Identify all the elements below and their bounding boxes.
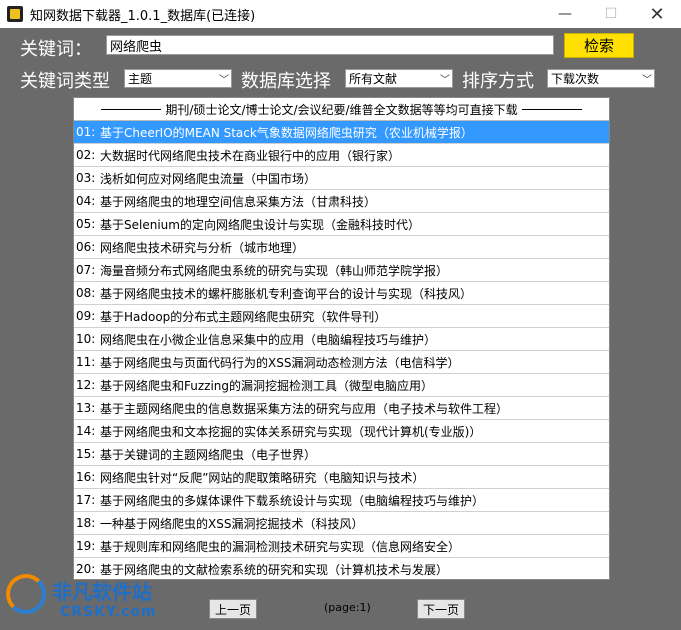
results-rows: 01: 基于CheerIO的MEAN Stack气象数据网络爬虫研究（农业机械学报…	[74, 121, 609, 579]
list-item[interactable]: 17: 基于网络爬虫的多媒体课件下载系统设计与实现（电脑编程技巧与维护）	[74, 489, 609, 512]
next-page-button[interactable]: 下一页	[417, 599, 465, 619]
results-list[interactable]: 期刊/硕士论文/博士论文/会议纪要/维普全文数据等等均可直接下载 01: 基于Ch…	[73, 97, 610, 580]
list-item[interactable]: 14: 基于网络爬虫和文本挖掘的实体关系研究与实现（现代计算机(专业版)）	[74, 420, 609, 443]
list-item-number: 09:	[76, 309, 96, 323]
list-item-number: 13:	[76, 401, 96, 415]
watermark-cn: 非凡软件站	[52, 580, 152, 604]
title-bar: 知网数据下载器_1.0.1_数据库(已连接) — ☐ ✕	[0, 0, 681, 28]
watermark-en: CRSKY.com	[60, 604, 157, 620]
prev-page-button[interactable]: 上一页	[209, 599, 257, 619]
page-indicator: (page:1)	[324, 601, 371, 614]
keyword-type-label: 关键词类型	[20, 71, 110, 92]
list-item[interactable]: 19: 基于规则库和网络爬虫的漏洞检测技术研究与实现（信息网络安全）	[74, 535, 609, 558]
list-item-title: 基于网络爬虫与页面代码行为的XSS漏洞动态检测方法（电信科学）	[100, 355, 460, 370]
site-watermark: 非凡软件站 CRSKY.com	[0, 572, 170, 630]
list-item[interactable]: 08: 基于网络爬虫技术的螺杆膨胀机专利查询平台的设计与实现（科技风）	[74, 282, 609, 305]
list-item-number: 19:	[76, 539, 96, 553]
keyword-type-select[interactable]: 主题 ﹀	[124, 69, 232, 88]
list-item-title: 基于Selenium的定向网络爬虫设计与实现（金融科技时代）	[100, 217, 420, 232]
maximize-button[interactable]: ☐	[588, 0, 634, 28]
sort-label: 排序方式	[462, 71, 534, 92]
database-label: 数据库选择	[241, 71, 331, 92]
list-item-number: 08:	[76, 286, 96, 300]
list-item[interactable]: 15: 基于关键词的主题网络爬虫（电子世界）	[74, 443, 609, 466]
list-item-title: 基于网络爬虫和文本挖掘的实体关系研究与实现（现代计算机(专业版)）	[100, 424, 482, 439]
database-value: 所有文献	[349, 72, 398, 86]
list-item-number: 10:	[76, 332, 96, 346]
list-item-title: 网络爬虫在小微企业信息采集中的应用（电脑编程技巧与维护）	[100, 332, 437, 347]
list-item-number: 12:	[76, 378, 96, 392]
list-item-number: 01:	[76, 125, 96, 139]
list-item-title: 基于主题网络爬虫的信息数据采集方法的研究与应用（电子技术与软件工程）	[100, 401, 509, 416]
list-item-number: 16:	[76, 470, 96, 484]
chevron-down-icon: ﹀	[642, 75, 652, 86]
list-item-title: 网络爬虫技术研究与分析（城市地理）	[100, 240, 305, 255]
list-item-title: 基于关键词的主题网络爬虫（电子世界）	[100, 447, 317, 462]
list-item[interactable]: 13: 基于主题网络爬虫的信息数据采集方法的研究与应用（电子技术与软件工程）	[74, 397, 609, 420]
keyword-type-value: 主题	[128, 72, 153, 86]
list-item-title: 基于Hadoop的分布式主题网络爬虫研究（软件导刊）	[100, 309, 387, 324]
list-item[interactable]: 04: 基于网络爬虫的地理空间信息采集方法（甘肃科技）	[74, 190, 609, 213]
list-item[interactable]: 05: 基于Selenium的定向网络爬虫设计与实现（金融科技时代）	[74, 213, 609, 236]
minimize-button[interactable]: —	[542, 0, 588, 28]
list-item[interactable]: 06: 网络爬虫技术研究与分析（城市地理）	[74, 236, 609, 259]
list-item-title: 基于网络爬虫的地理空间信息采集方法（甘肃科技）	[100, 194, 377, 209]
list-item[interactable]: 12: 基于网络爬虫和Fuzzing的漏洞挖掘检测工具（微型电脑应用）	[74, 374, 609, 397]
list-header: 期刊/硕士论文/博士论文/会议纪要/维普全文数据等等均可直接下载	[74, 98, 609, 121]
window-title: 知网数据下载器_1.0.1_数据库(已连接)	[30, 8, 256, 24]
list-item-number: 02:	[76, 148, 96, 162]
chevron-down-icon: ﹀	[440, 75, 450, 86]
chevron-down-icon: ﹀	[219, 75, 229, 86]
list-item-title: 基于CheerIO的MEAN Stack气象数据网络爬虫研究（农业机械学报）	[100, 125, 473, 140]
keyword-label: 关键词：	[20, 39, 92, 60]
watermark-logo-icon	[6, 574, 46, 614]
list-item-title: 基于网络爬虫和Fuzzing的漏洞挖掘检测工具（微型电脑应用）	[100, 378, 434, 393]
list-item-number: 15:	[76, 447, 96, 461]
keyword-input[interactable]	[106, 35, 554, 55]
list-item-number: 06:	[76, 240, 96, 254]
list-item-number: 18:	[76, 516, 96, 530]
database-select[interactable]: 所有文献 ﹀	[345, 69, 453, 88]
list-item-title: 基于规则库和网络爬虫的漏洞检测技术研究与实现（信息网络安全）	[100, 539, 461, 554]
list-item[interactable]: 16: 网络爬虫针对“反爬”网站的爬取策略研究（电脑知识与技术）	[74, 466, 609, 489]
close-button[interactable]: ✕	[634, 0, 680, 28]
search-button[interactable]: 检索	[564, 33, 634, 58]
list-item-number: 07:	[76, 263, 96, 277]
sort-select[interactable]: 下载次数 ﹀	[547, 69, 655, 88]
list-item[interactable]: 09: 基于Hadoop的分布式主题网络爬虫研究（软件导刊）	[74, 305, 609, 328]
list-item-number: 05:	[76, 217, 96, 231]
list-item[interactable]: 03: 浅析如何应对网络爬虫流量（中国市场）	[74, 167, 609, 190]
list-item-number: 04:	[76, 194, 96, 208]
list-item[interactable]: 10: 网络爬虫在小微企业信息采集中的应用（电脑编程技巧与维护）	[74, 328, 609, 351]
list-item-title: 网络爬虫针对“反爬”网站的爬取策略研究（电脑知识与技术）	[100, 470, 425, 485]
list-item-number: 14:	[76, 424, 96, 438]
app-icon	[7, 6, 23, 22]
list-item[interactable]: 07: 海量音频分布式网络爬虫系统的研究与实现（韩山师范学院学报）	[74, 259, 609, 282]
list-item[interactable]: 11: 基于网络爬虫与页面代码行为的XSS漏洞动态检测方法（电信科学）	[74, 351, 609, 374]
list-item-number: 17:	[76, 493, 96, 507]
list-item[interactable]: 18: 一种基于网络爬虫的XSS漏洞挖掘技术（科技风）	[74, 512, 609, 535]
list-item[interactable]: 01: 基于CheerIO的MEAN Stack气象数据网络爬虫研究（农业机械学报…	[74, 121, 609, 144]
list-item-title: 一种基于网络爬虫的XSS漏洞挖掘技术（科技风）	[100, 516, 364, 531]
list-item-title: 基于网络爬虫技术的螺杆膨胀机专利查询平台的设计与实现（科技风）	[100, 286, 473, 301]
list-item-number: 11:	[76, 355, 96, 369]
list-item-title: 大数据时代网络爬虫技术在商业银行中的应用（银行家）	[100, 148, 401, 163]
sort-value: 下载次数	[551, 72, 600, 86]
list-item-title: 浅析如何应对网络爬虫流量（中国市场）	[100, 171, 317, 186]
list-item-title: 海量音频分布式网络爬虫系统的研究与实现（韩山师范学院学报）	[100, 263, 449, 278]
list-item-number: 03:	[76, 171, 96, 185]
list-item-title: 基于网络爬虫的多媒体课件下载系统设计与实现（电脑编程技巧与维护）	[100, 493, 485, 508]
list-item[interactable]: 02: 大数据时代网络爬虫技术在商业银行中的应用（银行家）	[74, 144, 609, 167]
